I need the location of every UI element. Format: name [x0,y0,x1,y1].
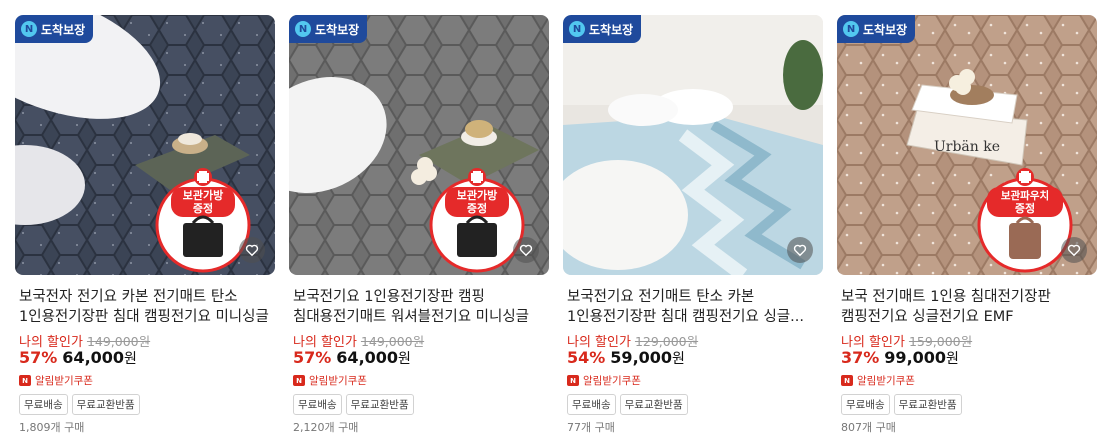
benefit-tags: 무료배송 무료교환반품 [567,394,688,415]
badge-label: 도착보장 [41,22,86,37]
badge-label: 도착보장 [589,22,634,37]
benefit-tags: 무료배송 무료교환반품 [841,394,962,415]
discount-percent: 54% [567,348,606,367]
free-return-tag: 무료교환반품 [71,394,140,415]
wishlist-heart-icon[interactable] [239,237,265,263]
delivery-guarantee-badge: N 도착보장 [289,15,368,43]
discount-percent: 57% [293,348,332,367]
badge-label: 도착보장 [863,22,908,37]
coupon-badge[interactable]: N 알림받기쿠폰 [293,373,367,388]
product-card[interactable]: N 도착보장 보국전기요 전기매트 탄소 카본 1인용전기장판 침대 캠핑전기요… [563,15,823,435]
product-image[interactable]: N 도착보장 [563,15,823,275]
coupon-badge[interactable]: N 알림받기쿠폰 [19,373,93,388]
product-title[interactable]: 보국전기요 전기매트 탄소 카본 1인용전기장판 침대 캠핑전기요 싱글... [567,287,819,327]
free-shipping-tag: 무료배송 [293,394,342,415]
delivery-guarantee-badge: N 도착보장 [563,15,642,43]
free-shipping-tag: 무료배송 [841,394,890,415]
product-image[interactable]: N 도착보장 보관가방 증정 [289,15,549,275]
coupon-n-icon: N [19,375,31,386]
coupon-badge[interactable]: N 알림받기쿠폰 [841,373,915,388]
product-card[interactable]: N 도착보장 보관가방 증정 보국전자 전기요 카본 전기매트 탄소 1인용전기… [15,15,275,435]
product-title[interactable]: 보국전자 전기요 카본 전기매트 탄소 1인용전기장판 침대 캠핑전기요 미니싱… [19,287,271,327]
product-card[interactable]: Urbän ke N 도착보장 보관파우치 증정 보국 전기매트 1인용 침대전… [837,15,1097,435]
coupon-n-icon: N [567,375,579,386]
n-logo-icon: N [21,21,37,37]
n-logo-icon: N [295,21,311,37]
discount-percent: 37% [841,348,880,367]
free-return-tag: 무료교환반품 [345,394,414,415]
purchase-count: 807개 구매 [841,421,896,434]
sale-price: 57% 64,000원 [19,348,137,367]
wishlist-heart-icon[interactable] [513,237,539,263]
svg-text:보관파우치: 보관파우치 [1001,189,1049,202]
purchase-count: 2,120개 구매 [293,421,359,434]
coupon-n-icon: N [293,375,305,386]
sale-price: 54% 59,000원 [567,348,685,367]
sale-price: 57% 64,000원 [293,348,411,367]
svg-text:증정: 증정 [193,201,213,215]
product-title[interactable]: 보국전기요 1인용전기장판 캠핑 침대용전기매트 워셔블전기요 미니싱글 [293,287,545,327]
free-return-tag: 무료교환반품 [893,394,962,415]
svg-text:증정: 증정 [467,201,487,215]
product-image[interactable]: Urbän ke N 도착보장 보관파우치 증정 [837,15,1097,275]
wishlist-heart-icon[interactable] [1061,237,1087,263]
delivery-guarantee-badge: N 도착보장 [837,15,916,43]
badge-label: 도착보장 [315,22,360,37]
free-return-tag: 무료교환반품 [619,394,688,415]
delivery-guarantee-badge: N 도착보장 [15,15,94,43]
coupon-badge[interactable]: N 알림받기쿠폰 [567,373,641,388]
n-logo-icon: N [843,21,859,37]
svg-text:보관가방: 보관가방 [183,188,223,202]
product-card[interactable]: N 도착보장 보관가방 증정 보국전기요 1인용전기장판 캠핑 침대용전기매트 … [289,15,549,435]
discount-percent: 57% [19,348,58,367]
free-shipping-tag: 무료배송 [19,394,68,415]
svg-text:증정: 증정 [1015,201,1035,215]
benefit-tags: 무료배송 무료교환반품 [293,394,414,415]
purchase-count: 1,809개 구매 [19,421,85,434]
benefit-tags: 무료배송 무료교환반품 [19,394,140,415]
product-image[interactable]: N 도착보장 보관가방 증정 [15,15,275,275]
product-photo [563,15,823,275]
svg-text:보관가방: 보관가방 [457,188,497,202]
n-logo-icon: N [569,21,585,37]
purchase-count: 77개 구매 [567,421,615,434]
sale-price: 37% 99,000원 [841,348,959,367]
product-grid: N 도착보장 보관가방 증정 보국전자 전기요 카본 전기매트 탄소 1인용전기… [0,0,1112,440]
free-shipping-tag: 무료배송 [567,394,616,415]
product-title[interactable]: 보국 전기매트 1인용 침대전기장판 캠핑전기요 싱글전기요 EMF [841,287,1093,327]
book-title-text: Urbän ke [934,139,1000,155]
wishlist-heart-icon[interactable] [787,237,813,263]
coupon-n-icon: N [841,375,853,386]
